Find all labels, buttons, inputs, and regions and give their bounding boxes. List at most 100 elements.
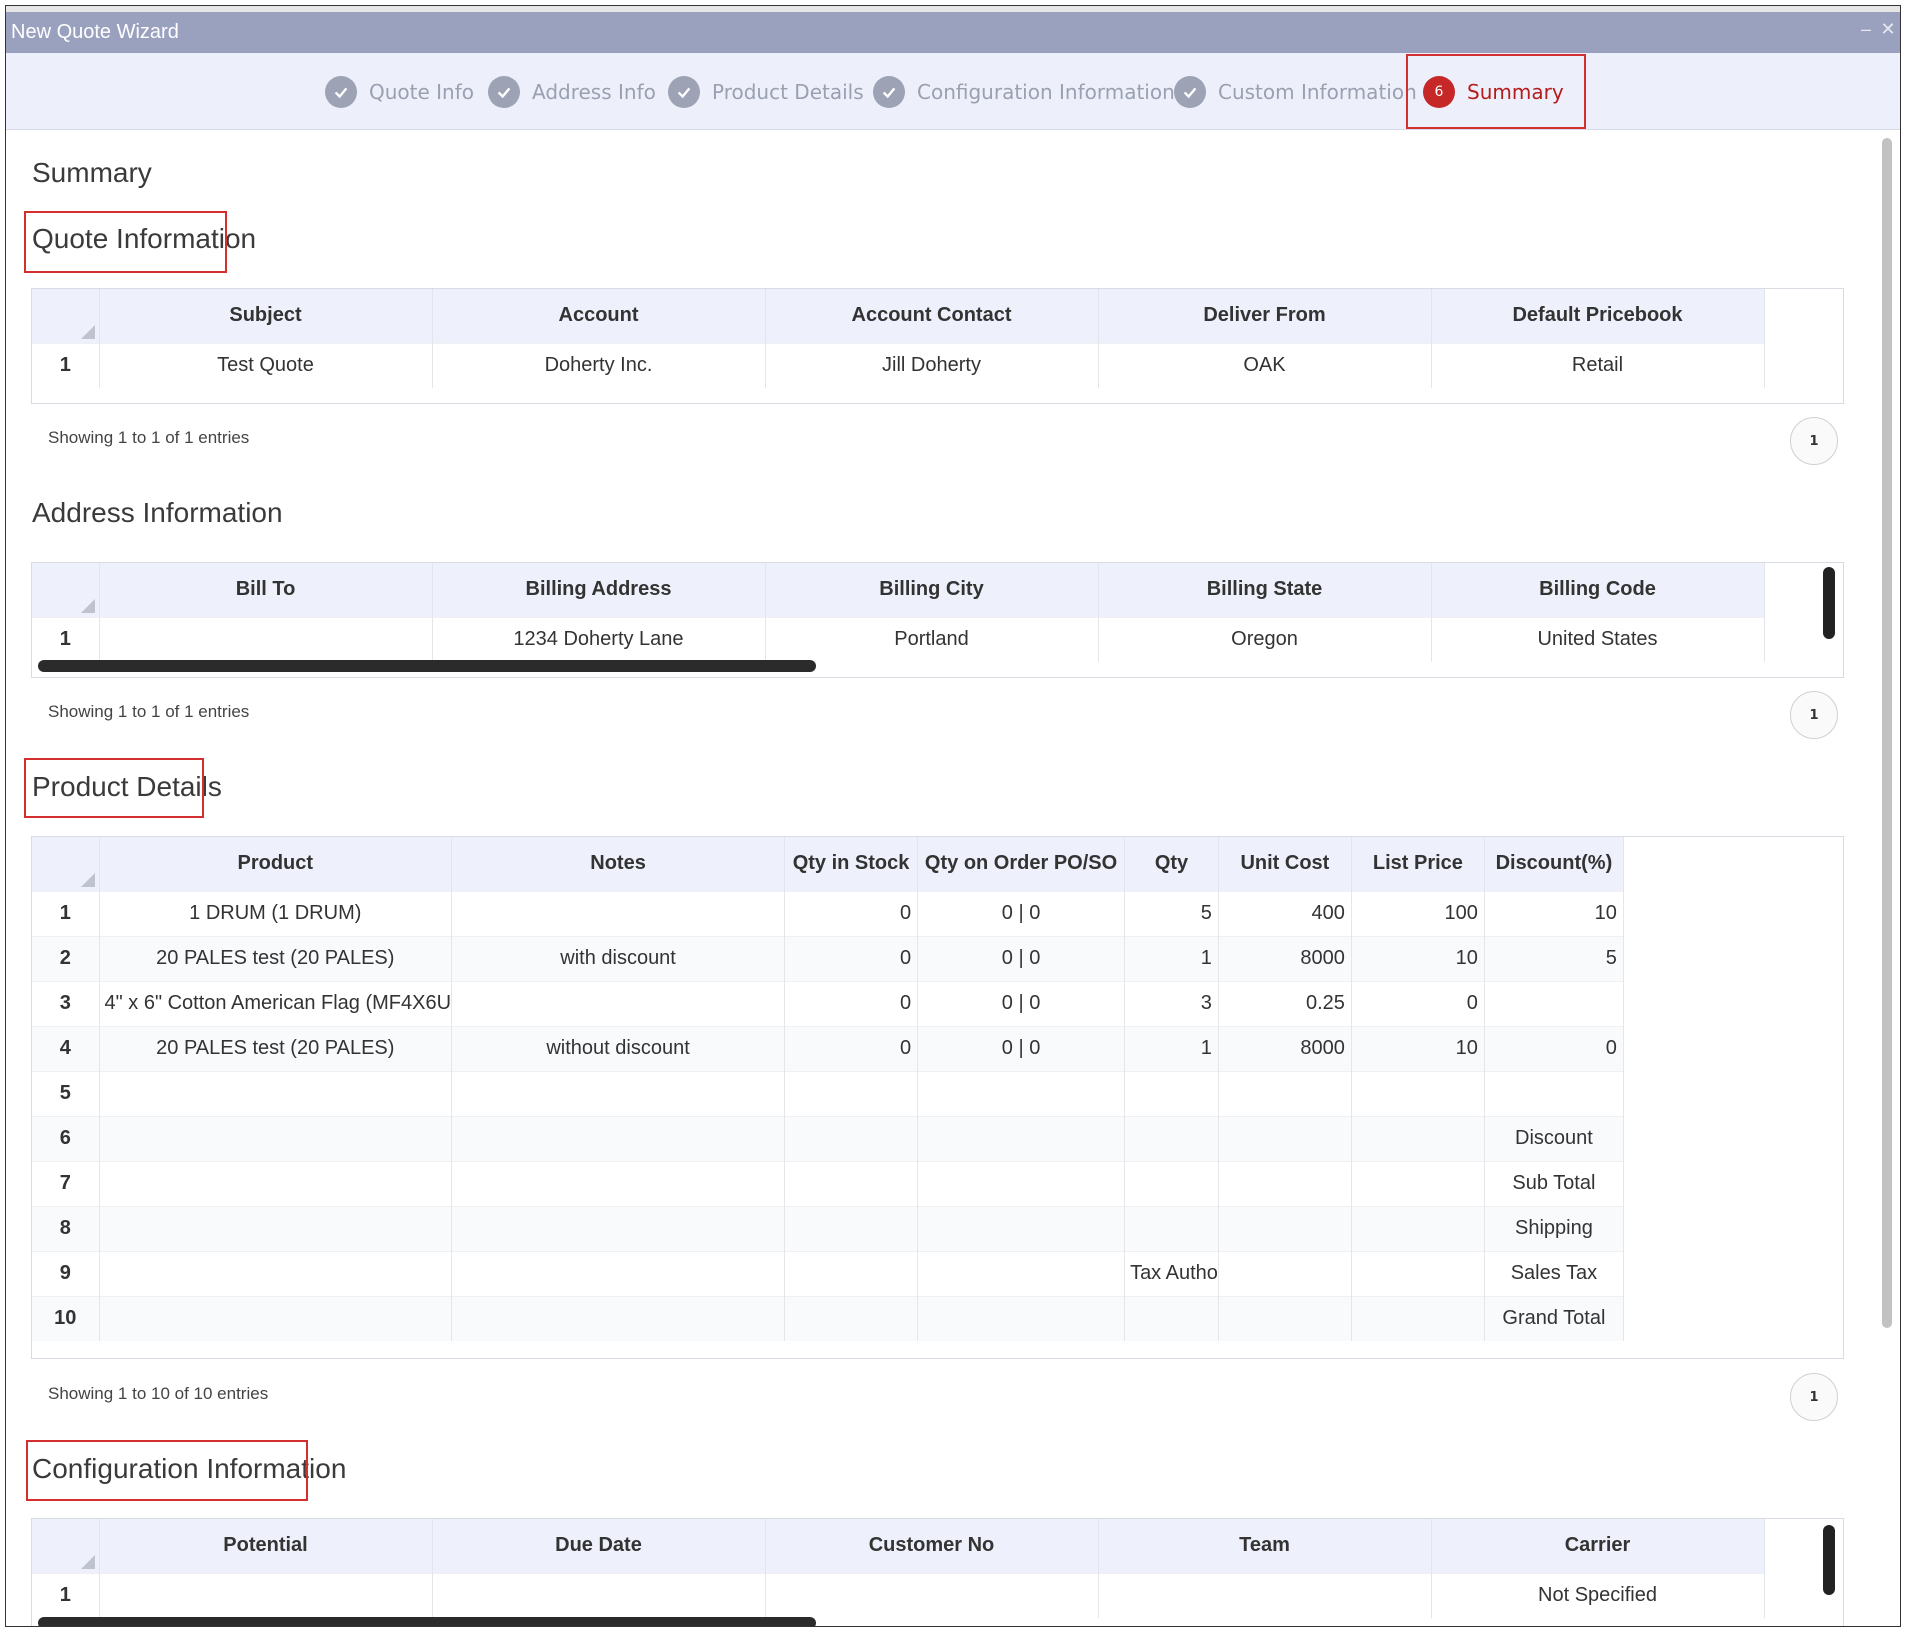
column-header[interactable]: Deliver From bbox=[1098, 289, 1432, 343]
cell-subject[interactable]: Test Quote bbox=[99, 342, 433, 388]
cell-bill-to[interactable] bbox=[99, 616, 433, 662]
cell-list-price[interactable] bbox=[1351, 1160, 1485, 1206]
cell-discount[interactable]: 0 bbox=[1484, 1025, 1624, 1071]
cell-sub-total-label[interactable]: Sub Total bbox=[1484, 1160, 1624, 1206]
cell-qty[interactable]: 1 bbox=[1124, 935, 1219, 981]
cell-qty[interactable] bbox=[1124, 1160, 1219, 1206]
cell-qty-in-stock[interactable] bbox=[784, 1070, 919, 1116]
cell-unit-cost[interactable]: 8000 bbox=[1218, 935, 1352, 981]
cell-account-contact[interactable]: Jill Doherty bbox=[765, 342, 1099, 388]
cell-qty-in-stock[interactable] bbox=[784, 1250, 919, 1296]
table-row[interactable]: 2 20 PALES test (20 PALES) with discount… bbox=[32, 935, 1624, 981]
cell-product[interactable] bbox=[99, 1070, 453, 1116]
cell-qty-in-stock[interactable]: 0 bbox=[784, 980, 919, 1026]
cell-account[interactable]: Doherty Inc. bbox=[432, 342, 766, 388]
cell-qty[interactable] bbox=[1124, 1295, 1219, 1341]
cell-qty-in-stock[interactable] bbox=[784, 1160, 919, 1206]
table-row[interactable]: 7 Sub Total bbox=[32, 1160, 1624, 1206]
cell-discount[interactable] bbox=[1484, 980, 1624, 1026]
product-page-button[interactable]: 1 bbox=[1790, 1373, 1838, 1421]
cell-product[interactable]: 4" x 6" Cotton American Flag (MF4X6U bbox=[99, 980, 453, 1026]
column-header[interactable]: Carrier bbox=[1431, 1519, 1765, 1573]
column-header[interactable]: Unit Cost bbox=[1218, 837, 1352, 891]
cell-qty[interactable] bbox=[1124, 1205, 1219, 1251]
cell-qty-on-order[interactable] bbox=[917, 1250, 1126, 1296]
cell-qty-on-order[interactable] bbox=[917, 1115, 1126, 1161]
quote-page-button[interactable]: 1 bbox=[1790, 417, 1838, 465]
cell-list-price[interactable] bbox=[1351, 1295, 1485, 1341]
cell-qty-on-order[interactable]: 0 | 0 bbox=[917, 935, 1126, 981]
column-header[interactable]: Account bbox=[432, 289, 766, 343]
cell-qty-in-stock[interactable]: 0 bbox=[784, 1025, 919, 1071]
cell-list-price[interactable] bbox=[1351, 1250, 1485, 1296]
cell-product[interactable] bbox=[99, 1115, 453, 1161]
table-row[interactable]: 3 4" x 6" Cotton American Flag (MF4X6U 0… bbox=[32, 980, 1624, 1026]
cell-notes[interactable] bbox=[451, 890, 786, 936]
table-row[interactable]: 8 Shipping bbox=[32, 1205, 1624, 1251]
cell-unit-cost[interactable] bbox=[1218, 1250, 1352, 1296]
cell-carrier[interactable]: Not Specified bbox=[1431, 1572, 1765, 1618]
table-row[interactable]: 6 Discount bbox=[32, 1115, 1624, 1161]
cell-list-price[interactable] bbox=[1351, 1205, 1485, 1251]
cell-tax-authority[interactable]: Tax Autho bbox=[1124, 1250, 1219, 1296]
cell-unit-cost[interactable] bbox=[1218, 1115, 1352, 1161]
table-row[interactable]: 1 1234 Doherty Lane Portland Oregon Unit… bbox=[32, 616, 1765, 662]
column-header[interactable]: Subject bbox=[99, 289, 433, 343]
step-address-info[interactable]: Address Info bbox=[488, 53, 656, 130]
cell-deliver-from[interactable]: OAK bbox=[1098, 342, 1432, 388]
cell-qty-in-stock[interactable] bbox=[784, 1115, 919, 1161]
table-row[interactable]: 1 1 DRUM (1 DRUM) 0 0 | 0 5 400 100 10 bbox=[32, 890, 1624, 936]
column-header[interactable]: Discount(%) bbox=[1484, 837, 1624, 891]
cell-billing-address[interactable]: 1234 Doherty Lane bbox=[432, 616, 766, 662]
cell-team[interactable] bbox=[1098, 1572, 1432, 1618]
cell-qty-on-order[interactable] bbox=[917, 1160, 1126, 1206]
table-row[interactable]: 1 Test Quote Doherty Inc. Jill Doherty O… bbox=[32, 342, 1765, 388]
column-header[interactable]: Billing City bbox=[765, 563, 1099, 617]
cell-discount-label[interactable]: Discount bbox=[1484, 1115, 1624, 1161]
cell-unit-cost[interactable] bbox=[1218, 1070, 1352, 1116]
minimize-icon[interactable]: – bbox=[1858, 20, 1874, 38]
cell-notes[interactable] bbox=[451, 1070, 786, 1116]
cell-unit-cost[interactable]: 8000 bbox=[1218, 1025, 1352, 1071]
column-header[interactable]: Customer No bbox=[765, 1519, 1099, 1573]
step-quote-info[interactable]: Quote Info bbox=[325, 53, 474, 130]
cell-sales-tax-label[interactable]: Sales Tax bbox=[1484, 1250, 1624, 1296]
address-page-button[interactable]: 1 bbox=[1790, 691, 1838, 739]
column-header[interactable]: Qty bbox=[1124, 837, 1219, 891]
cell-product[interactable]: 20 PALES test (20 PALES) bbox=[99, 935, 453, 981]
cell-qty-in-stock[interactable] bbox=[784, 1295, 919, 1341]
step-configuration-information[interactable]: Configuration Information bbox=[873, 53, 1175, 130]
cell-unit-cost[interactable] bbox=[1218, 1295, 1352, 1341]
cell-shipping-label[interactable]: Shipping bbox=[1484, 1205, 1624, 1251]
cell-unit-cost[interactable] bbox=[1218, 1205, 1352, 1251]
cell-qty-in-stock[interactable]: 0 bbox=[784, 890, 919, 936]
cell-list-price[interactable] bbox=[1351, 1115, 1485, 1161]
table-row[interactable]: 9 Tax Autho Sales Tax bbox=[32, 1250, 1624, 1296]
cell-qty[interactable]: 3 bbox=[1124, 980, 1219, 1026]
cell-qty-on-order[interactable]: 0 | 0 bbox=[917, 980, 1126, 1026]
cell-qty[interactable] bbox=[1124, 1070, 1219, 1116]
address-vertical-scrollbar[interactable] bbox=[1823, 567, 1835, 639]
window-titlebar[interactable]: New Quote Wizard – ✕ bbox=[6, 6, 1900, 53]
cell-notes[interactable]: without discount bbox=[451, 1025, 786, 1071]
cell-notes[interactable] bbox=[451, 1115, 786, 1161]
step-product-details[interactable]: Product Details bbox=[668, 53, 864, 130]
cell-default-pricebook[interactable]: Retail bbox=[1431, 342, 1765, 388]
configuration-vertical-scrollbar[interactable] bbox=[1823, 1525, 1835, 1595]
column-header[interactable]: Billing Code bbox=[1431, 563, 1765, 617]
column-header[interactable]: Due Date bbox=[432, 1519, 766, 1573]
cell-notes[interactable] bbox=[451, 1205, 786, 1251]
cell-unit-cost[interactable] bbox=[1218, 1160, 1352, 1206]
column-header[interactable]: Bill To bbox=[99, 563, 433, 617]
cell-qty-on-order[interactable]: 0 | 0 bbox=[917, 1025, 1126, 1071]
column-header[interactable]: Notes bbox=[451, 837, 786, 891]
cell-qty-on-order[interactable] bbox=[917, 1295, 1126, 1341]
cell-product[interactable] bbox=[99, 1205, 453, 1251]
cell-discount[interactable] bbox=[1484, 1070, 1624, 1116]
cell-list-price[interactable]: 0 bbox=[1351, 980, 1485, 1026]
table-row[interactable]: 4 20 PALES test (20 PALES) without disco… bbox=[32, 1025, 1624, 1071]
cell-potential[interactable] bbox=[99, 1572, 433, 1618]
close-icon[interactable]: ✕ bbox=[1880, 20, 1896, 38]
cell-notes[interactable] bbox=[451, 980, 786, 1026]
cell-notes[interactable] bbox=[451, 1250, 786, 1296]
